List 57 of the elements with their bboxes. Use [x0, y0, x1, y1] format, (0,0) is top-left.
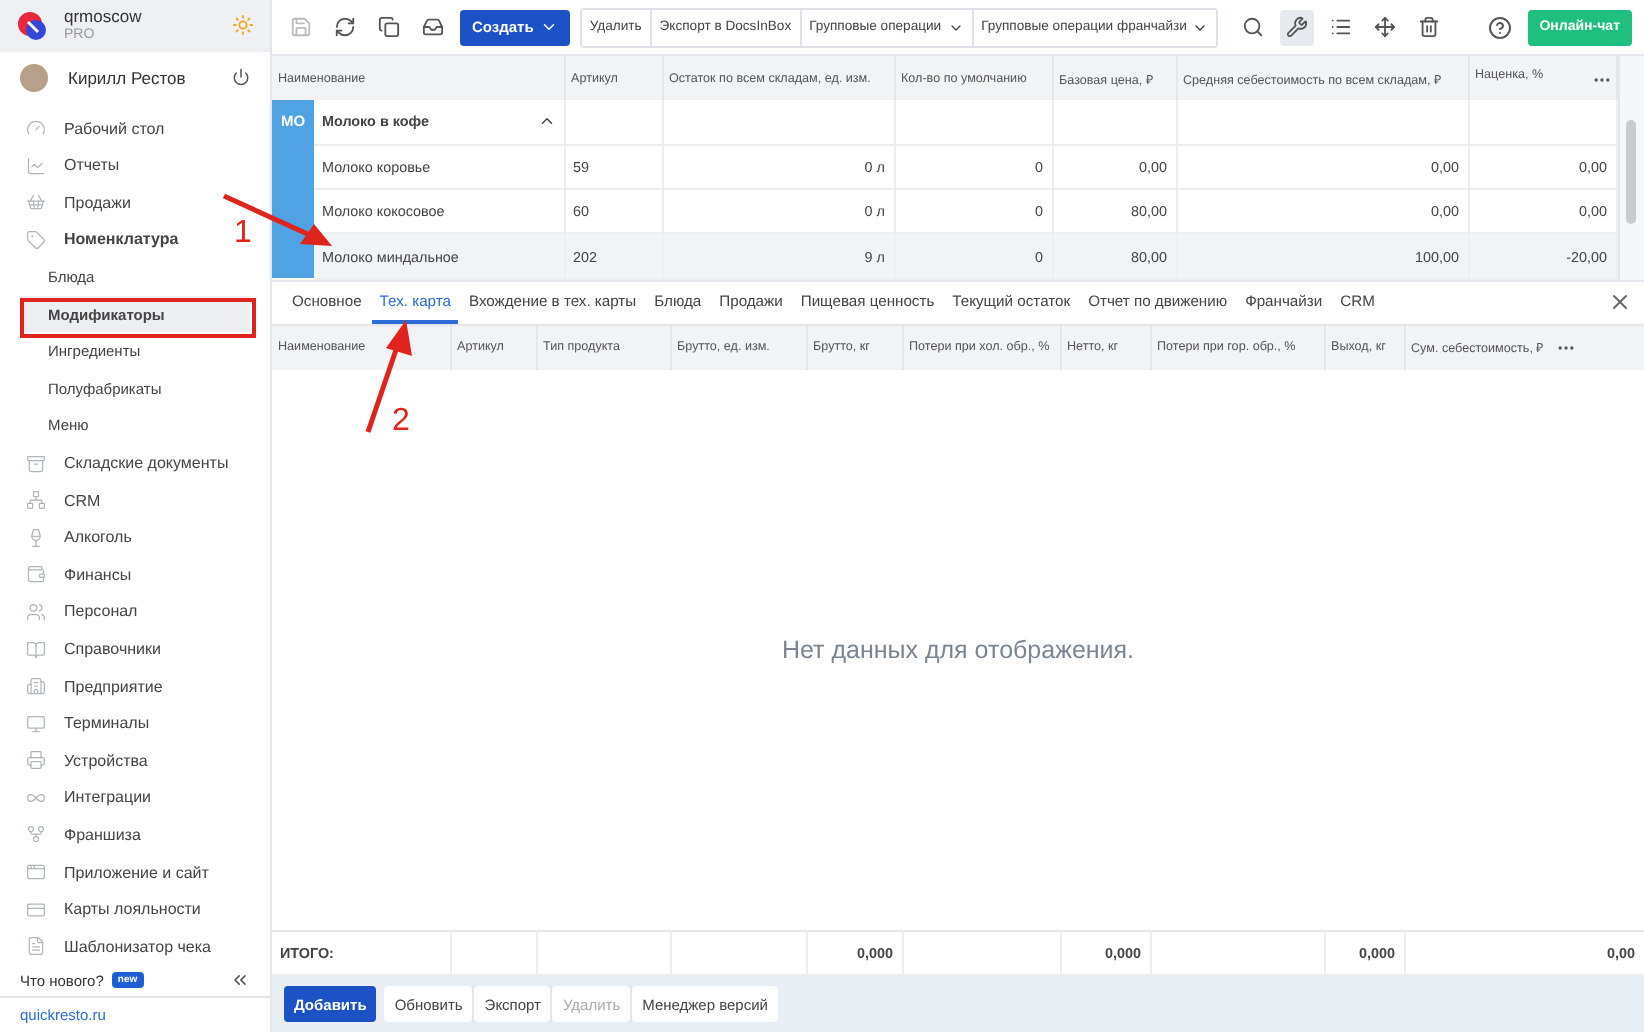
sidebar-item[interactable]: Номенклатура: [0, 221, 179, 259]
menu-icon: [26, 899, 46, 920]
menu-icon: [26, 601, 46, 622]
menu-icon: [26, 750, 46, 771]
sidebar-item[interactable]: Предприятие: [0, 667, 163, 705]
move-icon[interactable]: [1374, 16, 1397, 38]
menu-icon: [26, 527, 46, 548]
sidebar-item[interactable]: Справочники: [0, 630, 161, 668]
sidebar-item[interactable]: Франшиза: [0, 816, 141, 854]
sidebar-item[interactable]: Финансы: [0, 556, 132, 594]
sidebar-item[interactable]: Приложение и сайт: [0, 853, 209, 891]
annotation-number: 1: [234, 216, 252, 252]
close-icon[interactable]: [1608, 289, 1632, 314]
inbox-icon[interactable]: [422, 16, 444, 38]
sidebar-item[interactable]: Продажи: [0, 184, 131, 222]
menu-icon: [26, 713, 46, 734]
trash-icon[interactable]: [1418, 16, 1441, 38]
menu-icon: [26, 824, 46, 845]
menu-icon: [26, 676, 46, 697]
sidebar-item[interactable]: Складские документы: [0, 444, 229, 482]
menu-icon: [26, 155, 46, 176]
sidebar-item[interactable]: CRM: [0, 481, 101, 519]
menu-icon: [26, 936, 46, 957]
avatar: [20, 63, 48, 92]
annotation-number: 2: [392, 404, 410, 440]
menu-icon: [26, 564, 46, 585]
org-name: qrmoscow: [64, 7, 144, 26]
caret-icon: [539, 18, 558, 36]
power-icon[interactable]: [232, 68, 250, 87]
sidebar-item[interactable]: Алкоголь: [0, 518, 132, 557]
help-icon[interactable]: [1488, 15, 1513, 39]
refresh-icon[interactable]: [334, 16, 356, 38]
list-icon[interactable]: [1330, 16, 1353, 38]
arrow: [362, 316, 414, 436]
empty-message: Нет данных для отображения.: [781, 635, 1135, 664]
menu-icon: [26, 118, 46, 139]
logo-icon: [16, 9, 48, 42]
search-icon[interactable]: [1242, 16, 1265, 38]
scrollbar[interactable]: [1617, 56, 1644, 280]
menu-icon: [26, 192, 46, 213]
sidebar-item[interactable]: Персонал: [0, 593, 138, 631]
sidebar-item[interactable]: Отчеты: [0, 147, 120, 185]
sidebar-item[interactable]: Интеграции: [0, 779, 152, 817]
user-name[interactable]: Кирилл Рестов: [68, 67, 212, 88]
sidebar-item[interactable]: Терминалы: [0, 704, 150, 742]
wrench-icon[interactable]: [1286, 16, 1309, 38]
menu-icon: [26, 229, 46, 250]
menu-icon: [26, 639, 46, 660]
sidebar-item[interactable]: Устройства: [0, 742, 148, 780]
sidebar-item[interactable]: Карты лояльности: [0, 890, 201, 928]
copy-icon[interactable]: [378, 16, 400, 38]
menu-icon: [26, 453, 46, 474]
sidebar-item[interactable]: Шаблонизатор чека: [0, 927, 211, 966]
menu-icon: [26, 490, 46, 511]
menu-icon: [26, 862, 46, 883]
collapse-icon[interactable]: [230, 970, 250, 991]
sidebar-item[interactable]: Рабочий стол: [0, 109, 165, 147]
